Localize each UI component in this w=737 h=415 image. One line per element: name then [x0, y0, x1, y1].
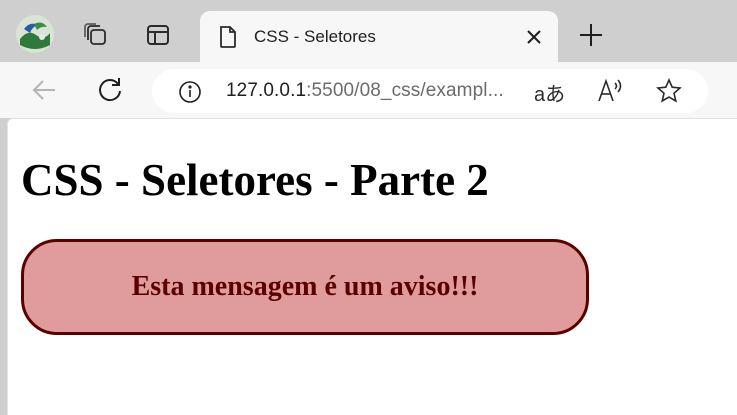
- read-aloud-icon[interactable]: [596, 77, 626, 105]
- back-arrow-icon[interactable]: [30, 76, 58, 104]
- url-path: :5500/08_css/exampl...: [306, 80, 504, 101]
- workspaces-icon[interactable]: [82, 21, 110, 49]
- site-info-icon[interactable]: [178, 80, 202, 104]
- tab-actions-icon[interactable]: [144, 21, 172, 49]
- document-icon: [218, 25, 238, 49]
- favorite-star-icon[interactable]: [656, 78, 682, 104]
- reload-icon[interactable]: [96, 76, 124, 104]
- warning-box: Esta mensagem é um aviso!!!: [21, 239, 589, 335]
- tab-title: CSS - Seletores: [254, 27, 376, 46]
- url-text[interactable]: 127.0.0.1:5500/08_css/exampl...: [226, 80, 504, 102]
- toolbar: 127.0.0.1:5500/08_css/exampl... aあ: [0, 62, 737, 118]
- warning-message: Esta mensagem é um aviso!!!: [131, 271, 479, 302]
- close-tab-icon[interactable]: [524, 27, 544, 47]
- profile-avatar-icon[interactable]: [16, 15, 54, 53]
- page-viewport: CSS - Seletores - Parte 2 Esta mensagem …: [7, 118, 737, 415]
- active-tab[interactable]: CSS - Seletores: [200, 11, 558, 62]
- tab-strip: CSS - Seletores: [0, 0, 737, 62]
- page-heading: CSS - Seletores - Parte 2: [21, 155, 489, 205]
- new-tab-icon[interactable]: [578, 22, 604, 48]
- address-bar[interactable]: 127.0.0.1:5500/08_css/exampl... aあ: [152, 69, 708, 113]
- url-host: 127.0.0.1: [226, 80, 307, 101]
- translate-icon[interactable]: aあ: [534, 78, 565, 107]
